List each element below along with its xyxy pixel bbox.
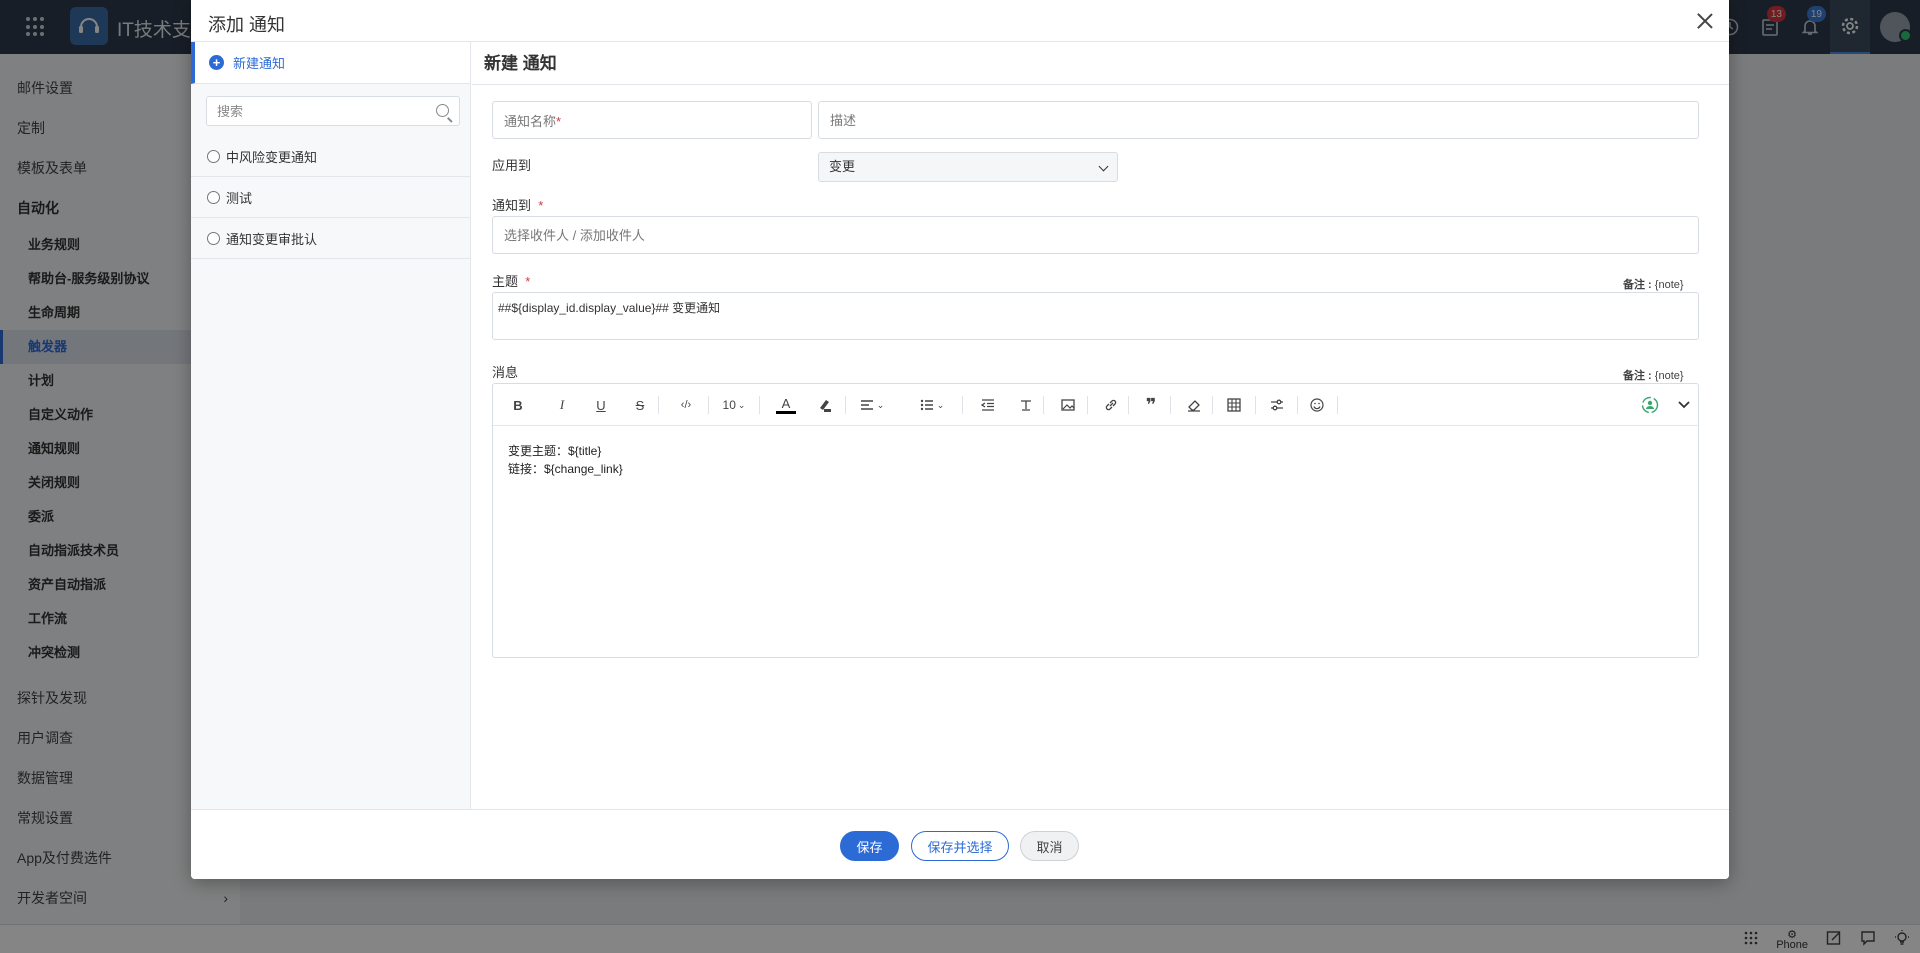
toolbar-separator (1297, 396, 1298, 414)
save-button[interactable]: 保存 (840, 831, 899, 861)
radio-button[interactable] (207, 149, 220, 163)
required-star: * (534, 198, 544, 213)
dialog-header: 添加 通知 (191, 0, 1729, 42)
list-dropdown[interactable]: ⌄ (917, 395, 947, 415)
link-icon[interactable] (1103, 395, 1119, 415)
toolbar-separator (759, 396, 760, 414)
chevron-down-icon (1098, 161, 1109, 172)
required-star: * (521, 274, 531, 289)
list-item[interactable]: 测试 (191, 177, 470, 218)
image-icon[interactable] (1060, 395, 1076, 415)
notification-name-input[interactable] (493, 102, 811, 138)
font-size-value: 10 (722, 398, 736, 412)
apply-to-value: 变更 (829, 159, 856, 174)
toolbar-separator (845, 396, 846, 414)
message-editor: B I U S ‹/› 10 ⌄ A ⌄ ⌄ ❞ 变更主题：${title} 链… (492, 383, 1699, 658)
description-field[interactable] (818, 101, 1699, 139)
font-color-icon[interactable]: A (776, 395, 796, 415)
chevron-down-icon[interactable] (1677, 395, 1691, 415)
plus-circle-icon: + (209, 55, 224, 70)
message-body[interactable]: 变更主题：${title} 链接：${change_link} (493, 426, 1698, 494)
new-notification-button[interactable]: + 新建通知 (191, 42, 470, 84)
apply-to-select[interactable]: 变更 (818, 152, 1118, 182)
notification-search-input[interactable] (207, 97, 417, 125)
note-value[interactable]: {note} (1655, 279, 1684, 291)
radio-button[interactable] (207, 190, 220, 204)
description-input[interactable] (819, 102, 1698, 138)
cancel-button[interactable]: 取消 (1020, 831, 1079, 861)
subject-input[interactable]: ##${display_id.display_value}## 变更通知 (492, 292, 1699, 340)
message-line: 链接：${change_link} (508, 462, 623, 476)
underline-icon[interactable]: U (594, 395, 608, 415)
options-icon[interactable] (1269, 395, 1285, 415)
font-color-bar (776, 410, 796, 414)
editor-toolbar: B I U S ‹/› 10 ⌄ A ⌄ ⌄ ❞ (493, 384, 1698, 426)
toolbar-separator (1087, 396, 1088, 414)
list-item[interactable]: 通知变更审批认 (191, 218, 470, 259)
chevron-down-icon: ⌄ (876, 399, 885, 410)
bold-icon[interactable]: B (511, 395, 525, 415)
subject-note: 备注 : {note} (1623, 276, 1684, 292)
list-item-label: 通知变更审批认 (226, 231, 318, 247)
toolbar-separator (1170, 396, 1171, 414)
strikethrough-icon[interactable]: S (633, 395, 647, 415)
notification-name-field[interactable]: 通知名称* (492, 101, 812, 139)
user-sync-icon[interactable] (1641, 395, 1659, 415)
message-label: 消息 (492, 365, 519, 380)
search-icon[interactable] (436, 104, 449, 117)
clear-format-text-icon[interactable] (1018, 395, 1034, 415)
notify-to-text: 通知到 (492, 198, 532, 213)
message-line: 变更主题：${title} (508, 444, 602, 458)
form-heading: 新建 通知 (472, 42, 1729, 85)
subject-text: 主题 (492, 274, 519, 289)
toolbar-separator (1043, 396, 1044, 414)
note-label: 备注 : (1623, 370, 1652, 382)
notify-to-label: 通知到 * (492, 195, 543, 214)
dialog-footer: 保存 保存并选择 取消 (191, 809, 1729, 879)
notification-form: 新建 通知 通知名称* 应用到 变更 通知到 * 主题 * 备注 : {note… (472, 42, 1729, 809)
quote-icon[interactable]: ❞ (1142, 395, 1160, 415)
toolbar-separator (658, 396, 659, 414)
note-value[interactable]: {note} (1655, 370, 1684, 382)
highlight-icon[interactable] (815, 395, 833, 415)
font-size-dropdown[interactable]: 10 ⌄ (719, 395, 749, 415)
radio-button[interactable] (207, 231, 220, 245)
emoji-icon[interactable] (1309, 395, 1325, 415)
note-label: 备注 : (1623, 279, 1652, 291)
toolbar-separator (1128, 396, 1129, 414)
chevron-down-icon: ⌄ (737, 399, 746, 410)
italic-icon[interactable]: I (555, 395, 569, 415)
eraser-icon[interactable] (1186, 395, 1202, 415)
toolbar-separator (1337, 396, 1338, 414)
list-item[interactable]: 中风险变更通知 (191, 136, 470, 177)
apply-to-label: 应用到 (492, 158, 532, 173)
message-note: 备注 : {note} (1623, 367, 1684, 383)
save-and-select-button[interactable]: 保存并选择 (911, 831, 1009, 861)
close-icon[interactable] (1695, 11, 1715, 31)
list-item-label: 测试 (226, 190, 253, 206)
outdent-icon[interactable] (980, 395, 996, 415)
font-color-glyph: A (781, 395, 791, 411)
recipients-input[interactable] (493, 217, 1698, 253)
list-item-label: 中风险变更通知 (226, 149, 318, 165)
subject-label: 主题 * (492, 271, 530, 290)
dialog-title: 添加 通知 (208, 15, 286, 35)
add-notification-dialog: 添加 通知 + 新建通知 中风险变更通知 测试 通知变更审批认 新建 通知 (191, 0, 1729, 879)
toolbar-separator (1212, 396, 1213, 414)
align-dropdown[interactable]: ⌄ (857, 395, 887, 415)
toolbar-separator (1255, 396, 1256, 414)
chevron-down-icon: ⌄ (936, 399, 945, 410)
toolbar-separator (962, 396, 963, 414)
toolbar-separator (708, 396, 709, 414)
new-notification-label: 新建通知 (233, 56, 286, 71)
notification-list-pane: + 新建通知 中风险变更通知 测试 通知变更审批认 (191, 42, 471, 809)
recipients-field[interactable] (492, 216, 1699, 254)
table-icon[interactable] (1226, 395, 1242, 415)
notification-search (206, 96, 460, 126)
code-icon[interactable]: ‹/› (675, 395, 697, 415)
